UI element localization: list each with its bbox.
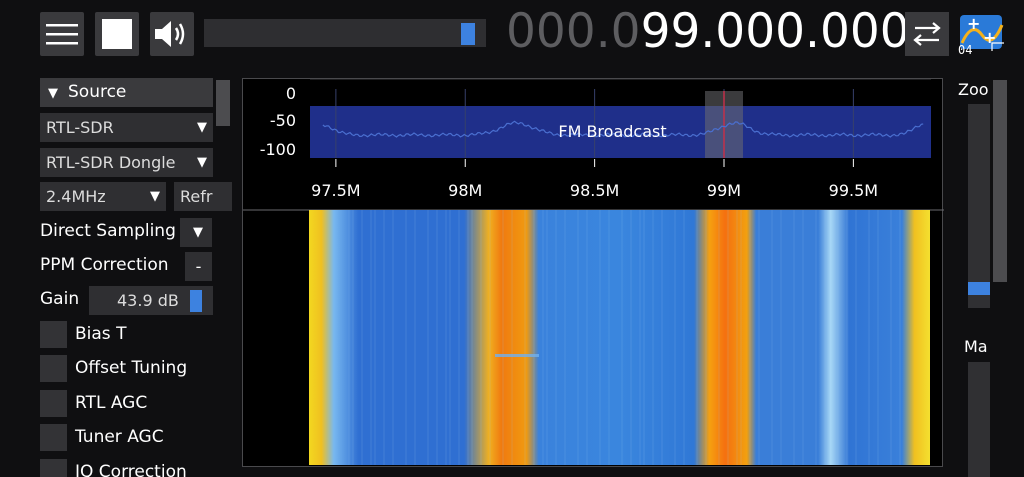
checkbox-label: IQ Correction bbox=[75, 462, 187, 477]
gain-value: 43.9 dB bbox=[117, 291, 179, 310]
gain-slider[interactable]: 43.9 dB bbox=[89, 286, 213, 315]
svg-text:+: + bbox=[983, 28, 996, 47]
ppm-correction-label: PPM Correction bbox=[40, 255, 169, 275]
waterfall-display[interactable] bbox=[309, 210, 930, 465]
right-panel-scrollbar[interactable] bbox=[993, 80, 1007, 282]
freq-tick-label: 98M bbox=[448, 181, 482, 200]
stop-icon bbox=[102, 19, 132, 49]
tuning-mode-label: 04 bbox=[958, 43, 973, 57]
left-panel-scrollbar[interactable] bbox=[216, 80, 230, 126]
freq-tick-label: 99.5M bbox=[829, 181, 878, 200]
svg-text:+: + bbox=[967, 14, 980, 33]
max-slider[interactable] bbox=[968, 362, 990, 477]
waterfall-image bbox=[309, 210, 930, 465]
checkbox-label: Bias T bbox=[75, 324, 127, 344]
freq-tick-label: 99M bbox=[707, 181, 741, 200]
device-select[interactable]: RTL-SDR Dongle ▼ bbox=[40, 148, 213, 177]
freq-tick-label: 97.5M bbox=[311, 181, 360, 200]
source-panel: ▼ Source RTL-SDR ▼ RTL-SDR Dongle ▼ 2.4MH… bbox=[40, 78, 232, 477]
dropdown-arrow-icon: ▼ bbox=[197, 120, 207, 135]
checkbox-label: Tuner AGC bbox=[75, 427, 164, 447]
speaker-icon bbox=[155, 21, 185, 47]
waterfall-gradient bbox=[309, 210, 930, 465]
max-label: Ma bbox=[964, 337, 988, 356]
direct-sampling-select[interactable]: ▼ bbox=[180, 218, 212, 247]
gain-label: Gain bbox=[40, 289, 80, 309]
collapse-triangle-icon: ▼ bbox=[48, 86, 58, 101]
checkbox[interactable] bbox=[40, 424, 67, 451]
refresh-label: Refr bbox=[180, 187, 213, 206]
checkbox[interactable] bbox=[40, 355, 67, 382]
checkbox[interactable] bbox=[40, 459, 67, 477]
sample-rate-select[interactable]: 2.4MHz ▼ bbox=[40, 182, 166, 211]
mute-button[interactable] bbox=[150, 12, 194, 56]
freq-tick-label: 98.5M bbox=[570, 181, 619, 200]
source-section-header[interactable]: ▼ Source bbox=[40, 78, 213, 107]
db-tick-label: -100 bbox=[260, 140, 296, 159]
tuning-mode-button[interactable]: + + 04 bbox=[958, 13, 1006, 57]
direct-sampling-label: Direct Sampling bbox=[40, 221, 176, 241]
volume-slider-thumb[interactable] bbox=[461, 23, 475, 45]
checkbox-label: Offset Tuning bbox=[75, 358, 188, 378]
zoom-label: Zoo bbox=[958, 80, 989, 99]
band-label: FM Broadcast bbox=[558, 122, 666, 141]
play-stop-button[interactable] bbox=[95, 12, 139, 56]
device-value: RTL-SDR Dongle bbox=[46, 153, 176, 172]
dropdown-arrow-icon: ▼ bbox=[193, 225, 203, 240]
hamburger-menu-icon bbox=[46, 24, 78, 45]
frequency-leading-digits[interactable]: 000.0 bbox=[506, 4, 641, 59]
menu-button[interactable] bbox=[40, 12, 84, 56]
ppm-correction-value: - bbox=[195, 257, 202, 276]
zoom-slider-thumb[interactable] bbox=[968, 282, 990, 295]
source-type-select[interactable]: RTL-SDR ▼ bbox=[40, 113, 213, 142]
checkbox[interactable] bbox=[40, 390, 67, 417]
volume-slider[interactable] bbox=[204, 19, 486, 47]
sample-rate-value: 2.4MHz bbox=[46, 187, 106, 206]
db-tick-label: -50 bbox=[270, 111, 296, 130]
frequency-display[interactable]: 000.099.000.000 bbox=[506, 6, 910, 58]
db-tick-label: 0 bbox=[286, 84, 296, 103]
gain-slider-thumb[interactable] bbox=[190, 290, 202, 312]
checkbox[interactable] bbox=[40, 321, 67, 348]
sdr-app: 000.099.000.000 + + 04 ▼ Source RTL-SDR ▼… bbox=[0, 0, 1024, 477]
frequency-digits[interactable]: 99.000.000 bbox=[641, 4, 910, 59]
dropdown-arrow-icon: ▼ bbox=[197, 155, 207, 170]
source-type-value: RTL-SDR bbox=[46, 118, 114, 137]
source-header-label: Source bbox=[68, 82, 127, 102]
checkbox-label: RTL AGC bbox=[75, 393, 148, 413]
swap-arrows-icon bbox=[913, 22, 941, 46]
zoom-slider[interactable] bbox=[968, 104, 990, 308]
refresh-button[interactable]: Refr bbox=[174, 182, 232, 211]
dropdown-arrow-icon: ▼ bbox=[150, 189, 160, 204]
ppm-correction-input[interactable]: - bbox=[185, 252, 212, 281]
swap-button[interactable] bbox=[905, 12, 949, 56]
